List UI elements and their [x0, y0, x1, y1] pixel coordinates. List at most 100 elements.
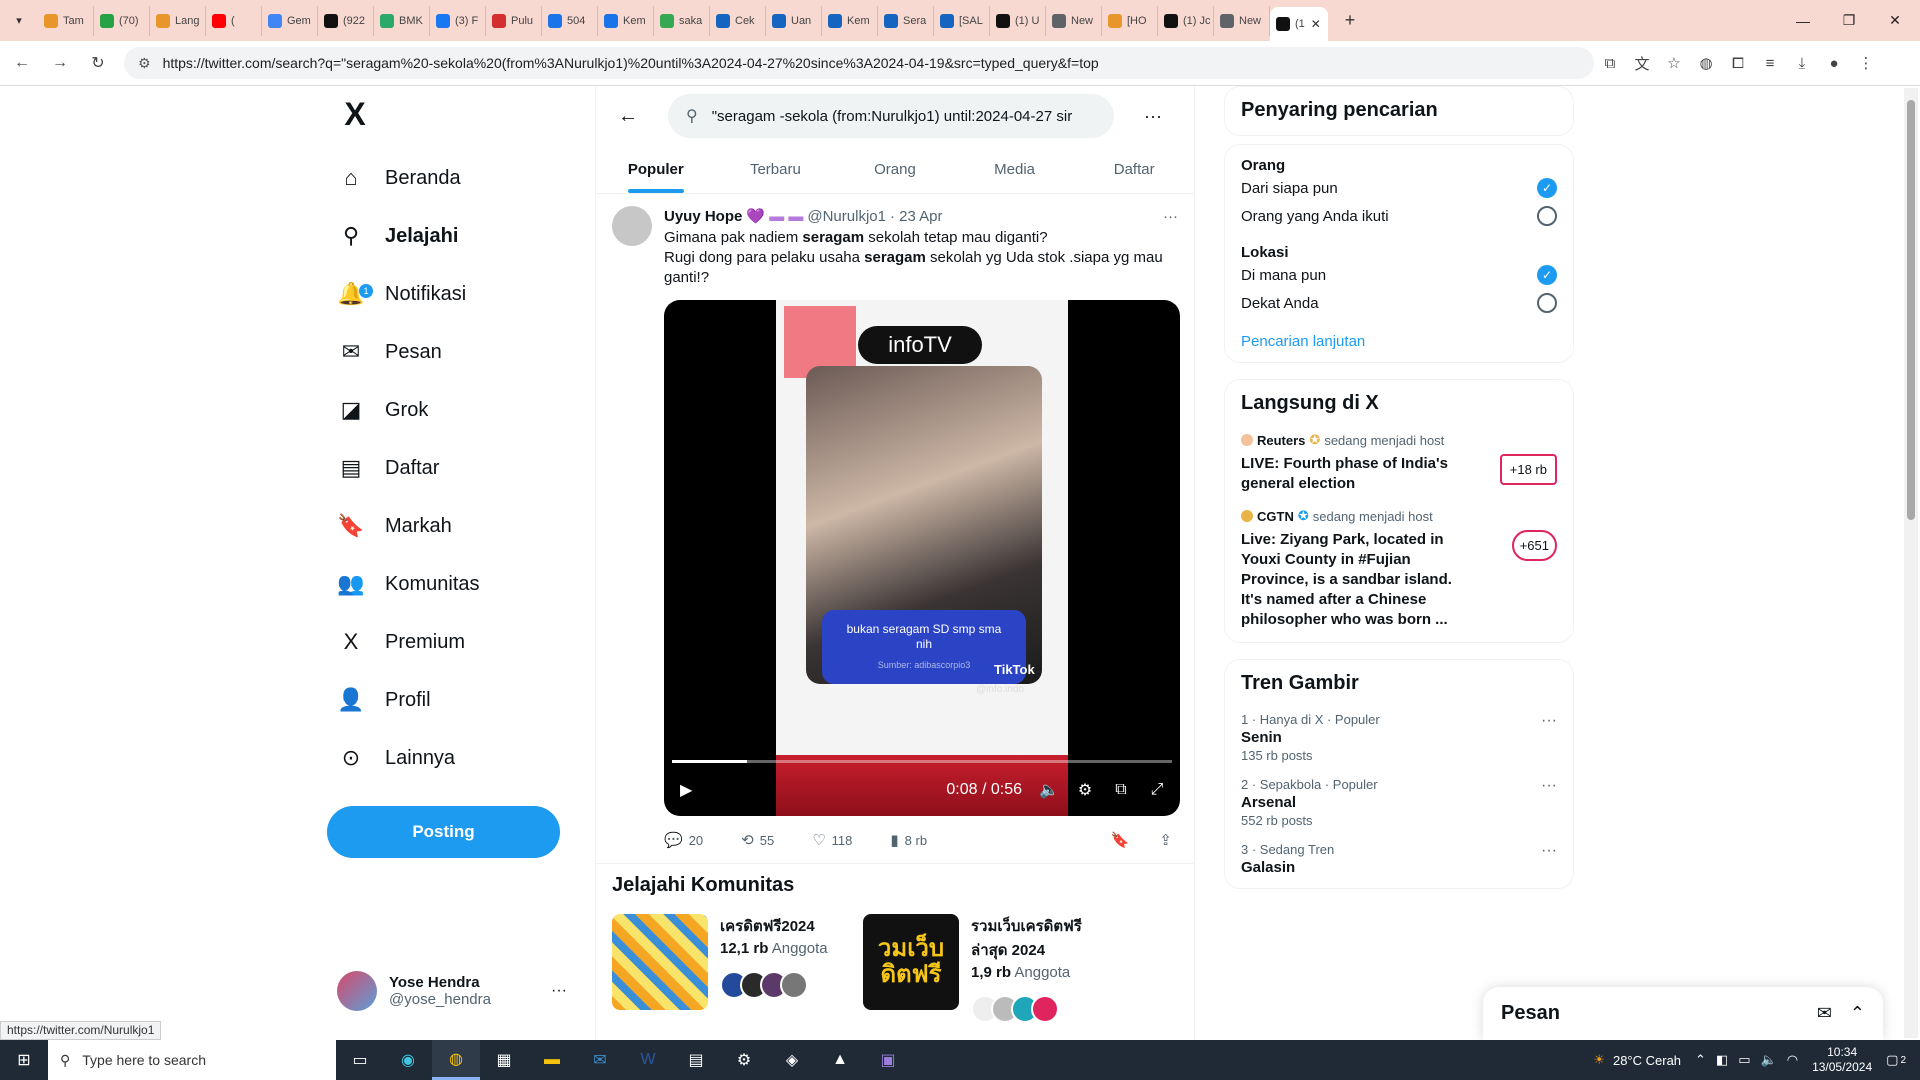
app-icon[interactable]: ▲ — [816, 1040, 864, 1080]
scrollbar-thumb[interactable] — [1907, 100, 1915, 520]
new-message-icon[interactable]: ✉ — [1817, 1003, 1832, 1024]
sidebar-item-premium[interactable]: X Premium — [337, 618, 465, 666]
advanced-search-link[interactable]: Pencarian lanjutan — [1241, 333, 1557, 350]
trend-more-icon[interactable]: ··· — [1541, 712, 1557, 730]
tweet-author-name[interactable]: Uyuy Hope — [664, 208, 742, 225]
bookmark-button[interactable]: 🔖 — [1111, 831, 1136, 849]
mail-icon[interactable]: ✉ — [576, 1040, 624, 1080]
tab-populer[interactable]: Populer — [596, 146, 716, 193]
volume-icon[interactable]: 🔈 — [1761, 1052, 1777, 1068]
network-icon[interactable]: ◧ — [1716, 1052, 1728, 1068]
fullscreen-icon[interactable]: ⤢ — [1144, 781, 1170, 799]
tweet-more-icon[interactable]: ··· — [1163, 208, 1178, 225]
taskbar-search[interactable]: ⚲ Type here to search — [48, 1040, 336, 1080]
live-item[interactable]: Reuters ✪ sedang menjadi host LIVE: Fourth… — [1241, 432, 1557, 494]
extensions-icon[interactable]: ⧠ — [1722, 47, 1754, 79]
messages-drawer[interactable]: Pesan ✉ ⌃ — [1483, 987, 1883, 1040]
volume-icon[interactable]: 🔈 — [1036, 780, 1062, 800]
chrome-icon[interactable]: ◍ — [432, 1040, 480, 1080]
browser-tab[interactable]: ( — [206, 5, 262, 36]
clock[interactable]: 10:34 13/05/2024 — [1812, 1045, 1872, 1075]
file-explorer-icon[interactable]: ▬ — [528, 1040, 576, 1080]
install-app-icon[interactable]: ⧉ — [1594, 47, 1626, 79]
sidebar-item-beranda[interactable]: ⌂ Beranda — [337, 154, 460, 202]
notepad-icon[interactable]: ▤ — [672, 1040, 720, 1080]
tweet-avatar[interactable] — [612, 206, 652, 246]
checked-radio-icon[interactable]: ✓ — [1537, 178, 1557, 198]
browser-tab[interactable]: Cek — [710, 5, 766, 36]
browser-tab[interactable]: saka — [654, 5, 710, 36]
back-button[interactable]: ← — [6, 47, 38, 79]
chrome-menu-icon[interactable]: ⋮ — [1850, 47, 1882, 79]
like-button[interactable]: ♡ 118 — [812, 831, 852, 849]
close-tab-icon[interactable]: ✕ — [1311, 17, 1321, 31]
pip-icon[interactable]: ⧉ — [1108, 781, 1134, 799]
globe-icon[interactable]: ◍ — [1690, 47, 1722, 79]
repost-button[interactable]: ⟲ 55 — [741, 831, 774, 849]
sidebar-item-lainnya[interactable]: ⊙ Lainnya — [337, 734, 455, 782]
settings-icon[interactable]: ⚙ — [720, 1040, 768, 1080]
edge-icon[interactable]: ◉ — [384, 1040, 432, 1080]
views-button[interactable]: ▮ 8 rb — [890, 831, 927, 849]
browser-tab[interactable]: New — [1046, 5, 1102, 36]
sidebar-item-jelajahi[interactable]: ⚲ Jelajahi — [337, 212, 458, 260]
tab-terbaru[interactable]: Terbaru — [716, 146, 836, 193]
media-icon[interactable]: ≡ — [1754, 47, 1786, 79]
browser-tab[interactable]: BMK — [374, 5, 430, 36]
tab-daftar[interactable]: Daftar — [1074, 146, 1194, 193]
reply-button[interactable]: 💬 20 — [664, 831, 703, 849]
community-card[interactable]: เครดิตฟรี2024 12,1 rb Anggota — [612, 914, 857, 1023]
browser-tab[interactable]: Pulu — [486, 5, 542, 36]
video-progress-bar[interactable] — [672, 760, 1172, 763]
trend-item[interactable]: 3 · Sedang Tren Galasin ··· — [1241, 842, 1557, 876]
windows-start-icon[interactable]: ⊞ — [0, 1040, 48, 1080]
browser-tab[interactable]: (922 — [318, 5, 374, 36]
back-arrow-icon[interactable]: ← — [610, 98, 646, 134]
browser-tab[interactable]: Uan — [766, 5, 822, 36]
translate-icon[interactable]: 文 — [1626, 47, 1658, 79]
browser-tab[interactable]: 504 — [542, 5, 598, 36]
download-icon[interactable]: ⤓ — [1786, 47, 1818, 79]
tweet-date[interactable]: · 23 Apr — [890, 208, 943, 225]
task-view-icon[interactable]: ▭ — [336, 1040, 384, 1080]
tab-media[interactable]: Media — [955, 146, 1075, 193]
profile-icon[interactable]: ● — [1818, 47, 1850, 79]
app-icon[interactable]: ◈ — [768, 1040, 816, 1080]
browser-tab[interactable]: Kem — [598, 5, 654, 36]
reload-button[interactable]: ↻ — [82, 47, 114, 79]
browser-tab[interactable]: [SAL — [934, 5, 990, 36]
address-bar[interactable]: ⚙ https://twitter.com/search?q="seragam%… — [124, 47, 1594, 79]
sidebar-item-daftar[interactable]: ▤ Daftar — [337, 444, 440, 492]
trend-item[interactable]: 1 · Hanya di X · Populer Senin 135 rb po… — [1241, 712, 1557, 763]
site-info-icon[interactable]: ⚙ — [138, 55, 151, 72]
browser-tab[interactable]: (1) Jc — [1158, 5, 1214, 36]
x-logo[interactable]: X — [337, 96, 373, 132]
settings-icon[interactable]: ⚙ — [1072, 780, 1098, 800]
scrollbar[interactable] — [1904, 88, 1918, 1038]
browser-tab[interactable]: New — [1214, 5, 1270, 36]
close-window-button[interactable]: ✕ — [1872, 0, 1918, 41]
community-card[interactable]: วมเว็บ ดิตฟรี รวมเว็บเครดิตฟรีล่าสุด 202… — [863, 914, 1108, 1023]
tab-orang[interactable]: Orang — [835, 146, 955, 193]
browser-tab[interactable]: (1) U — [990, 5, 1046, 36]
tab-search-button[interactable]: ▾ — [8, 10, 30, 32]
filter-option-following[interactable]: Orang yang Anda ikuti — [1241, 202, 1557, 230]
trend-more-icon[interactable]: ··· — [1541, 777, 1557, 795]
sidebar-item-pesan[interactable]: ✉ Pesan — [337, 328, 442, 376]
trend-item[interactable]: 2 · Sepakbola · Populer Arsenal 552 rb p… — [1241, 777, 1557, 828]
filter-option-anyone[interactable]: Dari siapa pun ✓ — [1241, 174, 1557, 202]
browser-tab[interactable]: Sera — [878, 5, 934, 36]
sidebar-item-grok[interactable]: ◪ Grok — [337, 386, 429, 434]
share-button[interactable]: ⇪ — [1159, 831, 1178, 849]
star-icon[interactable]: ☆ — [1658, 47, 1690, 79]
browser-tab[interactable]: (1 ✕ — [1270, 7, 1328, 41]
tweet-author-handle[interactable]: @Nurulkjo1 — [807, 208, 886, 225]
checked-radio-icon[interactable]: ✓ — [1537, 265, 1557, 285]
minimize-button[interactable]: — — [1780, 0, 1826, 41]
new-tab-button[interactable]: + — [1336, 7, 1364, 35]
sidebar-item-notifikasi[interactable]: 🔔 1 Notifikasi — [337, 270, 466, 318]
notification-center-icon[interactable]: ▢ 2 — [1886, 1052, 1906, 1068]
sidebar-item-profil[interactable]: 👤 Profil — [337, 676, 430, 724]
search-options-icon[interactable]: ··· — [1144, 106, 1162, 127]
weather-widget[interactable]: ☀ 28°C Cerah — [1593, 1052, 1681, 1068]
